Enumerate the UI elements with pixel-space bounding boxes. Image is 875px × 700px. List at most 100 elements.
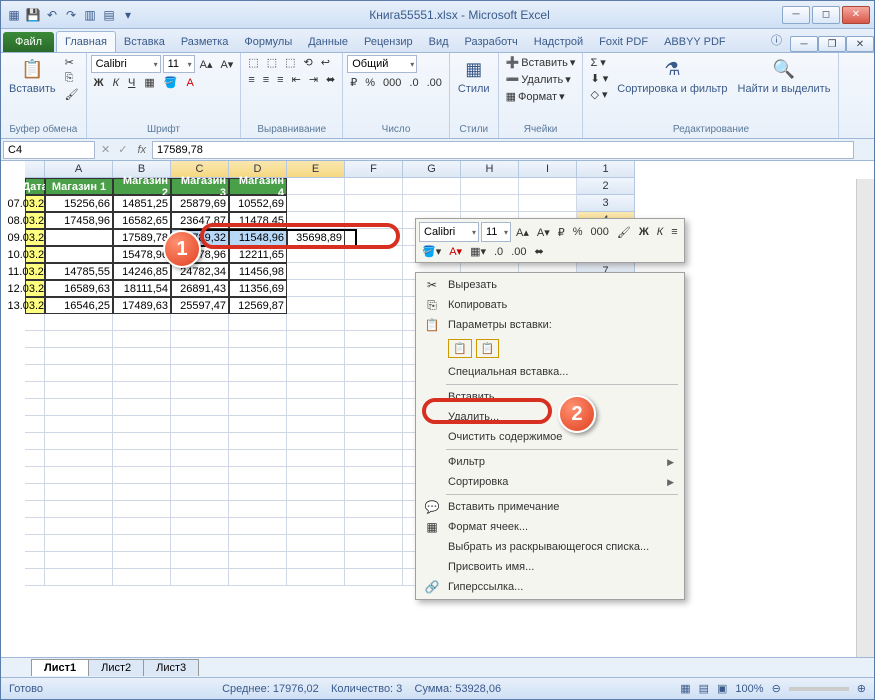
- sheet-tab[interactable]: Лист1: [31, 659, 89, 676]
- ctx-copy[interactable]: ⎘Копировать: [418, 295, 682, 315]
- tab-addins[interactable]: Надстрой: [526, 32, 591, 52]
- cell[interactable]: [45, 433, 113, 450]
- tab-layout[interactable]: Разметка: [173, 32, 237, 52]
- cancel-icon[interactable]: ✕: [97, 143, 114, 156]
- tab-insert[interactable]: Вставка: [116, 32, 173, 52]
- sheet-tab[interactable]: Лист3: [143, 659, 199, 676]
- tab-formulas[interactable]: Формулы: [236, 32, 300, 52]
- tab-data[interactable]: Данные: [300, 32, 356, 52]
- format-painter-button[interactable]: 🖌: [62, 87, 82, 102]
- cell[interactable]: [171, 535, 229, 552]
- column-header[interactable]: E: [287, 161, 345, 178]
- find-select-button[interactable]: 🔍Найти и выделить: [734, 55, 835, 97]
- cell[interactable]: [287, 501, 345, 518]
- date-cell[interactable]: 08.03.2017: [25, 212, 45, 229]
- fx-icon[interactable]: fx: [131, 144, 152, 156]
- cell[interactable]: [287, 467, 345, 484]
- data-cell[interactable]: 25879,69: [171, 195, 229, 212]
- cell[interactable]: [25, 467, 45, 484]
- date-cell[interactable]: 07.03.2017: [25, 195, 45, 212]
- cell[interactable]: [25, 484, 45, 501]
- zoom-level[interactable]: 100%: [735, 683, 763, 695]
- cell[interactable]: [519, 195, 577, 212]
- paste-button[interactable]: 📋Вставить: [5, 55, 60, 97]
- qat-item[interactable]: ▥: [81, 6, 99, 24]
- qat-dropdown-icon[interactable]: ▾: [119, 6, 137, 24]
- cell[interactable]: [229, 348, 287, 365]
- border-button[interactable]: ▦: [141, 75, 157, 90]
- cell[interactable]: [229, 331, 287, 348]
- cell[interactable]: [113, 314, 171, 331]
- cell[interactable]: [45, 518, 113, 535]
- mini-fill[interactable]: 🪣▾: [419, 244, 444, 259]
- mini-border[interactable]: ▦▾: [467, 244, 489, 259]
- header-cell[interactable]: Дата: [25, 178, 45, 195]
- date-cell[interactable]: 10.03.2017: [25, 246, 45, 263]
- cell[interactable]: [45, 399, 113, 416]
- cell[interactable]: [113, 552, 171, 569]
- mini-size[interactable]: 11: [481, 222, 511, 242]
- view-normal-icon[interactable]: ▦: [680, 682, 690, 695]
- orientation[interactable]: ⟲: [301, 55, 316, 70]
- cell[interactable]: [25, 365, 45, 382]
- cell[interactable]: [345, 297, 403, 314]
- cell[interactable]: [25, 348, 45, 365]
- bold-button[interactable]: Ж: [91, 75, 107, 90]
- cell[interactable]: [287, 484, 345, 501]
- fontsize-combo[interactable]: 11: [163, 55, 195, 73]
- tab-abbyy[interactable]: ABBYY PDF: [656, 32, 734, 52]
- view-layout-icon[interactable]: ▤: [699, 682, 709, 695]
- minimize-button[interactable]: ─: [782, 6, 810, 24]
- data-cell[interactable]: 10552,69: [229, 195, 287, 212]
- indent-inc[interactable]: ⇥: [306, 72, 321, 87]
- data-cell[interactable]: [45, 246, 113, 263]
- cell[interactable]: [229, 416, 287, 433]
- data-cell[interactable]: 12211,65: [229, 246, 287, 263]
- cell[interactable]: [113, 433, 171, 450]
- help-button[interactable]: ⓘ: [763, 28, 790, 52]
- align-left[interactable]: ≡: [245, 72, 257, 87]
- header-cell[interactable]: Магазин 2: [113, 178, 171, 195]
- cell[interactable]: [345, 263, 403, 280]
- cell[interactable]: [45, 569, 113, 586]
- cell[interactable]: [25, 450, 45, 467]
- cell[interactable]: [345, 280, 403, 297]
- mini-font[interactable]: Calibri: [419, 222, 479, 242]
- cell[interactable]: [345, 552, 403, 569]
- cell[interactable]: [45, 382, 113, 399]
- cell[interactable]: [113, 484, 171, 501]
- italic-button[interactable]: К: [110, 75, 122, 90]
- shrink-font[interactable]: A▾: [217, 55, 236, 73]
- row-header[interactable]: 3: [577, 195, 635, 212]
- cell[interactable]: [287, 280, 345, 297]
- ctx-name[interactable]: Присвоить имя...: [418, 557, 682, 577]
- cell[interactable]: [171, 314, 229, 331]
- zoom-out-button[interactable]: ⊖: [772, 682, 781, 695]
- cell[interactable]: [229, 501, 287, 518]
- cell[interactable]: [45, 535, 113, 552]
- cell[interactable]: [25, 518, 45, 535]
- cell[interactable]: [345, 518, 403, 535]
- ctx-dropdown[interactable]: Выбрать из раскрывающегося списка...: [418, 537, 682, 557]
- save-icon[interactable]: 💾: [24, 6, 42, 24]
- paste-option-icon[interactable]: 📋: [476, 339, 500, 358]
- cell[interactable]: [113, 535, 171, 552]
- zoom-in-button[interactable]: ⊕: [857, 682, 866, 695]
- ctx-format[interactable]: ▦Формат ячеек...: [418, 517, 682, 537]
- date-cell[interactable]: 11.03.2017: [25, 263, 45, 280]
- cell[interactable]: [345, 229, 403, 246]
- cell[interactable]: [345, 569, 403, 586]
- column-header[interactable]: A: [45, 161, 113, 178]
- cell[interactable]: [403, 195, 461, 212]
- data-cell[interactable]: 23647,87: [171, 212, 229, 229]
- cell[interactable]: [287, 518, 345, 535]
- cell[interactable]: [25, 331, 45, 348]
- cell[interactable]: [461, 195, 519, 212]
- row-header[interactable]: 2: [577, 178, 635, 195]
- cell[interactable]: [25, 382, 45, 399]
- cell[interactable]: [345, 331, 403, 348]
- cell[interactable]: [171, 433, 229, 450]
- qat-item[interactable]: ▤: [100, 6, 118, 24]
- tab-foxit[interactable]: Foxit PDF: [591, 32, 656, 52]
- cell[interactable]: [345, 450, 403, 467]
